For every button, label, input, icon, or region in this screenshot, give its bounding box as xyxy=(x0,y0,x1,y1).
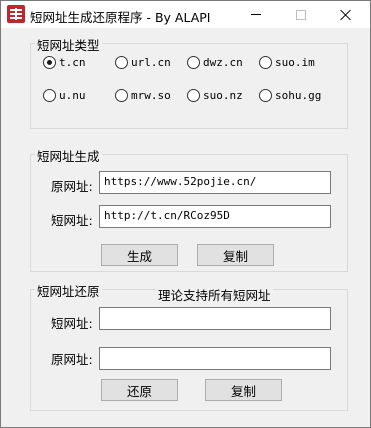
maximize-icon xyxy=(296,9,306,20)
radio-dwz-cn[interactable]: dwz.cn xyxy=(187,56,243,69)
type-group-title: 短网址类型 xyxy=(35,35,102,54)
radio-label: dwz.cn xyxy=(203,56,243,69)
restore-support-note: 理论支持所有短网址 xyxy=(156,285,273,304)
copy-original-url-button[interactable]: 复制 xyxy=(205,379,282,401)
restore-original-url-label: 原网址: xyxy=(51,352,93,367)
radio-suo-nz[interactable]: suo.nz xyxy=(187,89,243,102)
radio-unchecked-icon xyxy=(259,56,272,69)
app-window: 短网址生成还原程序 - By ALAPI 短网址类型 t.cn url.cn d… xyxy=(0,0,371,428)
maximize-button xyxy=(278,1,324,28)
minimize-icon xyxy=(251,14,261,15)
restore-short-url-label: 短网址: xyxy=(51,316,93,331)
radio-unchecked-icon xyxy=(187,56,200,69)
radio-sohu-gg[interactable]: sohu.gg xyxy=(259,89,321,102)
restore-group-title: 短网址还原 xyxy=(35,281,102,300)
radio-u-nu[interactable]: u.nu xyxy=(43,89,86,102)
generate-button[interactable]: 生成 xyxy=(101,244,178,266)
radio-unchecked-icon xyxy=(115,56,128,69)
radio-label: mrw.so xyxy=(131,89,171,102)
radio-unchecked-icon xyxy=(187,89,200,102)
radio-unchecked-icon xyxy=(259,89,272,102)
restore-button[interactable]: 还原 xyxy=(101,379,178,401)
app-logo-icon xyxy=(7,5,25,23)
radio-label: url.cn xyxy=(131,56,171,69)
restore-short-url-input[interactable] xyxy=(99,307,331,330)
close-button[interactable] xyxy=(323,1,369,28)
generate-group-title: 短网址生成 xyxy=(35,146,102,165)
short-url-output[interactable]: http://t.cn/RCoz95D xyxy=(99,205,331,228)
radio-unchecked-icon xyxy=(43,89,56,102)
radio-label: t.cn xyxy=(59,56,86,69)
radio-label: sohu.gg xyxy=(275,89,322,102)
minimize-button[interactable] xyxy=(233,1,279,28)
original-url-label: 原网址: xyxy=(51,179,93,194)
restore-original-url-output[interactable] xyxy=(99,347,331,370)
window-title: 短网址生成还原程序 - By ALAPI xyxy=(30,10,211,25)
radio-label: suo.im xyxy=(275,56,315,69)
radio-label: u.nu xyxy=(59,89,86,102)
copy-short-url-button[interactable]: 复制 xyxy=(197,244,274,266)
close-icon xyxy=(340,9,352,21)
radio-mrw-so[interactable]: mrw.so xyxy=(115,89,171,102)
radio-unchecked-icon xyxy=(115,89,128,102)
short-url-label: 短网址: xyxy=(51,213,93,228)
original-url-input[interactable]: https://www.52pojie.cn/ xyxy=(99,171,331,194)
radio-suo-im[interactable]: suo.im xyxy=(259,56,315,69)
radio-url-cn[interactable]: url.cn xyxy=(115,56,171,69)
radio-label: suo.nz xyxy=(203,89,243,102)
radio-t-cn[interactable]: t.cn xyxy=(43,56,86,69)
radio-checked-icon xyxy=(43,56,56,69)
title-bar[interactable]: 短网址生成还原程序 - By ALAPI xyxy=(1,1,370,28)
